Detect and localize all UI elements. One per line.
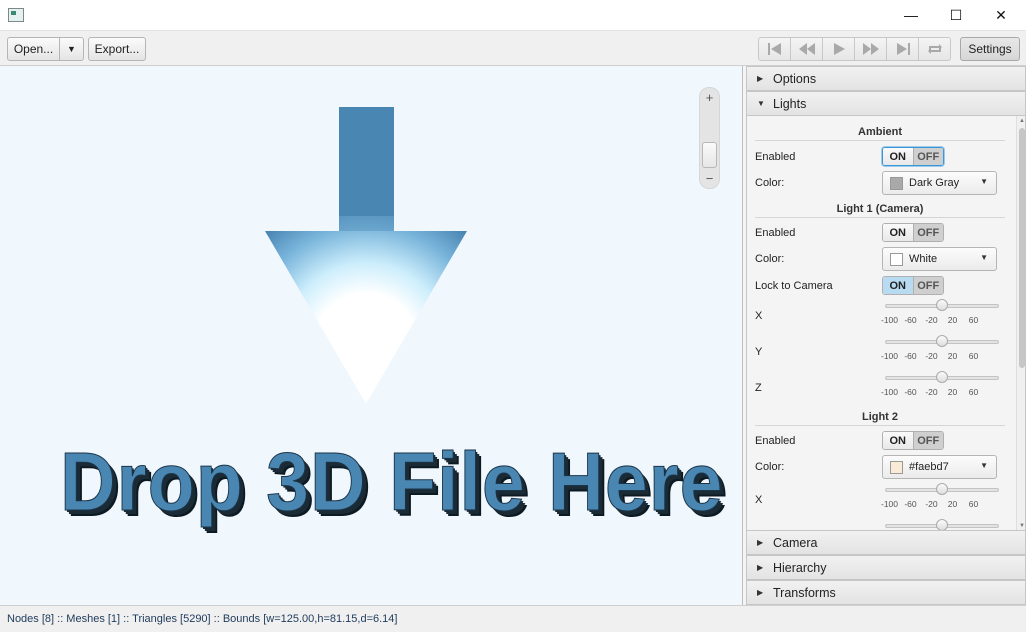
section-camera-label: Camera — [773, 535, 818, 550]
section-hierarchy-label: Hierarchy — [773, 560, 827, 575]
toggle-on[interactable]: ON — [883, 224, 913, 241]
close-button[interactable]: ✕ — [978, 0, 1024, 30]
maximize-button[interactable]: ☐ — [933, 0, 979, 30]
light2-color-label: Color: — [755, 461, 785, 473]
chevron-down-icon: ▼ — [980, 177, 988, 186]
section-transforms-label: Transforms — [773, 585, 836, 600]
export-button[interactable]: Export... — [88, 37, 146, 61]
scroll-down-icon[interactable]: ▼ — [1017, 523, 1025, 529]
light1-enabled-label: Enabled — [755, 227, 796, 239]
toggle-on[interactable]: ON — [883, 148, 913, 165]
color-name: #faebd7 — [909, 461, 949, 473]
slider-thumb[interactable] — [936, 299, 948, 311]
section-lights[interactable]: ▼ Lights — [746, 91, 1026, 116]
chevron-right-icon: ▶ — [757, 588, 764, 597]
3d-viewport[interactable]: Drop 3D File Here + − — [0, 66, 743, 605]
light1-z-label: Z — [755, 382, 762, 394]
slider-ticks: -100 -60 -20 20 60 — [880, 315, 979, 325]
light1-enabled-toggle[interactable]: ON OFF — [882, 223, 944, 242]
toolbar: Open... ▼ Export... Settings — [0, 31, 1026, 66]
ambient-color-label: Color: — [755, 177, 785, 189]
section-hierarchy[interactable]: ▶ Hierarchy — [746, 555, 1026, 580]
lights-content: Ambient Enabled ON OFF Color: Dark Gray … — [746, 116, 1026, 531]
ambient-title: Ambient — [755, 126, 1005, 141]
lock-to-camera-toggle[interactable]: ON OFF — [882, 276, 944, 295]
zoom-slider[interactable]: + − — [699, 87, 720, 189]
light1-color-label: Color: — [755, 253, 785, 265]
toggle-on[interactable]: ON — [883, 432, 913, 449]
ambient-enabled-toggle[interactable]: ON OFF — [882, 147, 944, 166]
light2-title: Light 2 — [755, 411, 1005, 426]
section-transforms[interactable]: ▶ Transforms — [746, 580, 1026, 605]
fast-forward-icon[interactable] — [854, 37, 887, 61]
app-icon — [8, 8, 24, 22]
section-camera[interactable]: ▶ Camera — [746, 530, 1026, 555]
color-name: Dark Gray — [909, 177, 960, 189]
color-swatch — [890, 252, 903, 266]
ambient-color-picker[interactable]: Dark Gray ▼ — [882, 171, 997, 195]
light2-x-label: X — [755, 494, 763, 506]
slider-thumb[interactable] — [936, 483, 948, 495]
open-menu-dropdown-icon[interactable]: ▼ — [59, 37, 84, 61]
color-swatch — [890, 460, 903, 474]
title-bar: — ☐ ✕ — [0, 0, 1026, 31]
light1-color-picker[interactable]: White ▼ — [882, 247, 997, 271]
minimize-button[interactable]: — — [888, 0, 934, 30]
color-name: White — [909, 253, 938, 265]
loop-icon[interactable] — [918, 37, 951, 61]
toggle-off[interactable]: OFF — [912, 224, 943, 241]
section-options[interactable]: ▶ Options — [746, 66, 1026, 91]
zoom-slider-thumb[interactable] — [702, 142, 717, 168]
zoom-out-icon[interactable]: − — [700, 171, 719, 186]
toggle-on[interactable]: ON — [883, 277, 913, 294]
toggle-off[interactable]: OFF — [912, 432, 943, 449]
toggle-off[interactable]: OFF — [912, 277, 943, 294]
rewind-icon[interactable] — [790, 37, 823, 61]
ambient-enabled-label: Enabled — [755, 151, 796, 163]
lock-to-camera-label: Lock to Camera — [755, 280, 833, 292]
light2-color-picker[interactable]: #faebd7 ▼ — [882, 455, 997, 479]
chevron-down-icon: ▼ — [980, 461, 988, 470]
light1-y-label: Y — [755, 346, 763, 358]
open-button[interactable]: Open... — [7, 37, 60, 61]
slider-ticks: -100 -60 -20 20 60 — [880, 387, 979, 397]
play-icon[interactable] — [822, 37, 855, 61]
chevron-right-icon: ▶ — [757, 74, 764, 83]
settings-button[interactable]: Settings — [960, 37, 1020, 61]
scrollbar-thumb[interactable] — [1019, 128, 1025, 368]
slider-ticks: -100 -60 -20 20 60 — [880, 499, 979, 509]
section-lights-label: Lights — [773, 96, 807, 111]
toggle-off[interactable]: OFF — [912, 148, 943, 165]
light2-enabled-label: Enabled — [755, 435, 796, 447]
skip-to-start-icon[interactable] — [758, 37, 791, 61]
settings-panel: ▶ Options ▼ Lights Ambient Enabled ON OF… — [744, 66, 1026, 605]
zoom-in-icon[interactable]: + — [700, 90, 719, 105]
section-options-label: Options — [773, 71, 817, 86]
light1-title: Light 1 (Camera) — [755, 203, 1005, 218]
chevron-down-icon: ▼ — [757, 99, 765, 108]
chevron-right-icon: ▶ — [757, 563, 764, 572]
status-bar: Nodes [8] :: Meshes [1] :: Triangles [52… — [0, 605, 1026, 632]
slider-thumb[interactable] — [936, 371, 948, 383]
skip-to-end-icon[interactable] — [886, 37, 919, 61]
slider-thumb[interactable] — [936, 335, 948, 347]
drop-file-prompt: Drop 3D File Here — [60, 435, 724, 529]
light2-enabled-toggle[interactable]: ON OFF — [882, 431, 944, 450]
scene-stats: Nodes [8] :: Meshes [1] :: Triangles [52… — [7, 613, 398, 625]
lights-scrollbar[interactable]: ▲ ▼ — [1016, 116, 1025, 531]
slider-ticks: -100 -60 -20 20 60 — [880, 351, 979, 361]
chevron-right-icon: ▶ — [757, 538, 764, 547]
chevron-down-icon: ▼ — [980, 253, 988, 262]
color-swatch — [890, 176, 903, 190]
light1-x-label: X — [755, 310, 763, 322]
scroll-up-icon[interactable]: ▲ — [1017, 118, 1025, 124]
